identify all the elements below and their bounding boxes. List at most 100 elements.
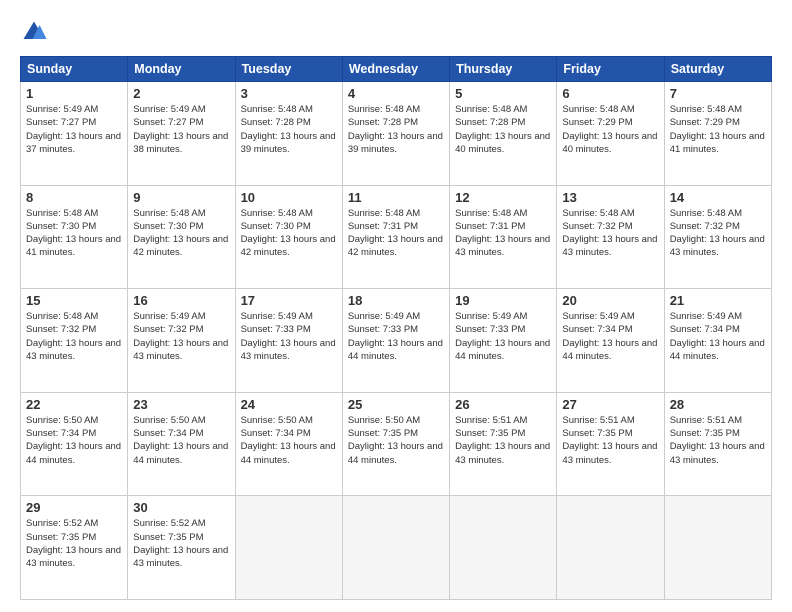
calendar-row-1: 8 Sunrise: 5:48 AMSunset: 7:30 PMDayligh… xyxy=(21,185,772,289)
day-number: 17 xyxy=(241,293,337,308)
calendar-cell xyxy=(450,496,557,600)
day-info: Sunrise: 5:48 AMSunset: 7:32 PMDaylight:… xyxy=(562,208,657,259)
day-number: 9 xyxy=(133,190,229,205)
day-number: 25 xyxy=(348,397,444,412)
day-info: Sunrise: 5:49 AMSunset: 7:33 PMDaylight:… xyxy=(455,311,550,362)
day-number: 6 xyxy=(562,86,658,101)
calendar-cell xyxy=(557,496,664,600)
day-info: Sunrise: 5:48 AMSunset: 7:29 PMDaylight:… xyxy=(670,104,765,155)
day-info: Sunrise: 5:50 AMSunset: 7:34 PMDaylight:… xyxy=(133,415,228,466)
day-number: 26 xyxy=(455,397,551,412)
col-header-sunday: Sunday xyxy=(21,57,128,82)
col-header-wednesday: Wednesday xyxy=(342,57,449,82)
col-header-monday: Monday xyxy=(128,57,235,82)
day-number: 4 xyxy=(348,86,444,101)
day-number: 20 xyxy=(562,293,658,308)
calendar-cell: 7 Sunrise: 5:48 AMSunset: 7:29 PMDayligh… xyxy=(664,82,771,186)
day-info: Sunrise: 5:49 AMSunset: 7:27 PMDaylight:… xyxy=(26,104,121,155)
calendar: SundayMondayTuesdayWednesdayThursdayFrid… xyxy=(20,56,772,600)
day-number: 29 xyxy=(26,500,122,515)
day-number: 8 xyxy=(26,190,122,205)
calendar-cell: 1 Sunrise: 5:49 AMSunset: 7:27 PMDayligh… xyxy=(21,82,128,186)
day-number: 2 xyxy=(133,86,229,101)
calendar-cell: 3 Sunrise: 5:48 AMSunset: 7:28 PMDayligh… xyxy=(235,82,342,186)
calendar-row-2: 15 Sunrise: 5:48 AMSunset: 7:32 PMDaylig… xyxy=(21,289,772,393)
day-number: 27 xyxy=(562,397,658,412)
calendar-cell: 10 Sunrise: 5:48 AMSunset: 7:30 PMDaylig… xyxy=(235,185,342,289)
calendar-cell: 17 Sunrise: 5:49 AMSunset: 7:33 PMDaylig… xyxy=(235,289,342,393)
day-info: Sunrise: 5:49 AMSunset: 7:33 PMDaylight:… xyxy=(348,311,443,362)
day-number: 13 xyxy=(562,190,658,205)
day-info: Sunrise: 5:49 AMSunset: 7:33 PMDaylight:… xyxy=(241,311,336,362)
day-info: Sunrise: 5:48 AMSunset: 7:30 PMDaylight:… xyxy=(133,208,228,259)
day-info: Sunrise: 5:48 AMSunset: 7:28 PMDaylight:… xyxy=(348,104,443,155)
calendar-cell: 26 Sunrise: 5:51 AMSunset: 7:35 PMDaylig… xyxy=(450,392,557,496)
day-info: Sunrise: 5:48 AMSunset: 7:30 PMDaylight:… xyxy=(241,208,336,259)
calendar-cell: 4 Sunrise: 5:48 AMSunset: 7:28 PMDayligh… xyxy=(342,82,449,186)
day-info: Sunrise: 5:50 AMSunset: 7:35 PMDaylight:… xyxy=(348,415,443,466)
calendar-cell: 14 Sunrise: 5:48 AMSunset: 7:32 PMDaylig… xyxy=(664,185,771,289)
day-info: Sunrise: 5:50 AMSunset: 7:34 PMDaylight:… xyxy=(26,415,121,466)
calendar-cell: 6 Sunrise: 5:48 AMSunset: 7:29 PMDayligh… xyxy=(557,82,664,186)
day-info: Sunrise: 5:48 AMSunset: 7:29 PMDaylight:… xyxy=(562,104,657,155)
day-info: Sunrise: 5:48 AMSunset: 7:28 PMDaylight:… xyxy=(455,104,550,155)
calendar-cell: 13 Sunrise: 5:48 AMSunset: 7:32 PMDaylig… xyxy=(557,185,664,289)
calendar-cell: 28 Sunrise: 5:51 AMSunset: 7:35 PMDaylig… xyxy=(664,392,771,496)
day-info: Sunrise: 5:48 AMSunset: 7:28 PMDaylight:… xyxy=(241,104,336,155)
logo-icon xyxy=(20,18,48,46)
day-number: 22 xyxy=(26,397,122,412)
calendar-cell: 30 Sunrise: 5:52 AMSunset: 7:35 PMDaylig… xyxy=(128,496,235,600)
calendar-row-4: 29 Sunrise: 5:52 AMSunset: 7:35 PMDaylig… xyxy=(21,496,772,600)
day-number: 23 xyxy=(133,397,229,412)
day-number: 24 xyxy=(241,397,337,412)
calendar-cell: 8 Sunrise: 5:48 AMSunset: 7:30 PMDayligh… xyxy=(21,185,128,289)
page: SundayMondayTuesdayWednesdayThursdayFrid… xyxy=(0,0,792,612)
day-number: 30 xyxy=(133,500,229,515)
calendar-cell: 15 Sunrise: 5:48 AMSunset: 7:32 PMDaylig… xyxy=(21,289,128,393)
calendar-cell: 9 Sunrise: 5:48 AMSunset: 7:30 PMDayligh… xyxy=(128,185,235,289)
day-number: 15 xyxy=(26,293,122,308)
day-number: 11 xyxy=(348,190,444,205)
day-number: 12 xyxy=(455,190,551,205)
day-number: 1 xyxy=(26,86,122,101)
col-header-friday: Friday xyxy=(557,57,664,82)
day-number: 21 xyxy=(670,293,766,308)
calendar-row-3: 22 Sunrise: 5:50 AMSunset: 7:34 PMDaylig… xyxy=(21,392,772,496)
calendar-row-0: 1 Sunrise: 5:49 AMSunset: 7:27 PMDayligh… xyxy=(21,82,772,186)
day-info: Sunrise: 5:51 AMSunset: 7:35 PMDaylight:… xyxy=(562,415,657,466)
calendar-cell: 16 Sunrise: 5:49 AMSunset: 7:32 PMDaylig… xyxy=(128,289,235,393)
calendar-cell: 11 Sunrise: 5:48 AMSunset: 7:31 PMDaylig… xyxy=(342,185,449,289)
col-header-thursday: Thursday xyxy=(450,57,557,82)
calendar-cell: 22 Sunrise: 5:50 AMSunset: 7:34 PMDaylig… xyxy=(21,392,128,496)
day-number: 19 xyxy=(455,293,551,308)
day-number: 18 xyxy=(348,293,444,308)
day-number: 16 xyxy=(133,293,229,308)
day-info: Sunrise: 5:51 AMSunset: 7:35 PMDaylight:… xyxy=(455,415,550,466)
header xyxy=(20,18,772,46)
day-info: Sunrise: 5:48 AMSunset: 7:32 PMDaylight:… xyxy=(670,208,765,259)
calendar-cell: 24 Sunrise: 5:50 AMSunset: 7:34 PMDaylig… xyxy=(235,392,342,496)
calendar-cell: 2 Sunrise: 5:49 AMSunset: 7:27 PMDayligh… xyxy=(128,82,235,186)
day-number: 5 xyxy=(455,86,551,101)
calendar-cell: 23 Sunrise: 5:50 AMSunset: 7:34 PMDaylig… xyxy=(128,392,235,496)
calendar-cell xyxy=(235,496,342,600)
calendar-cell xyxy=(664,496,771,600)
day-info: Sunrise: 5:49 AMSunset: 7:34 PMDaylight:… xyxy=(670,311,765,362)
day-info: Sunrise: 5:50 AMSunset: 7:34 PMDaylight:… xyxy=(241,415,336,466)
day-info: Sunrise: 5:51 AMSunset: 7:35 PMDaylight:… xyxy=(670,415,765,466)
calendar-cell: 25 Sunrise: 5:50 AMSunset: 7:35 PMDaylig… xyxy=(342,392,449,496)
day-number: 7 xyxy=(670,86,766,101)
logo xyxy=(20,18,52,46)
day-info: Sunrise: 5:52 AMSunset: 7:35 PMDaylight:… xyxy=(133,518,228,569)
day-info: Sunrise: 5:48 AMSunset: 7:31 PMDaylight:… xyxy=(348,208,443,259)
col-header-tuesday: Tuesday xyxy=(235,57,342,82)
day-info: Sunrise: 5:48 AMSunset: 7:31 PMDaylight:… xyxy=(455,208,550,259)
day-info: Sunrise: 5:48 AMSunset: 7:30 PMDaylight:… xyxy=(26,208,121,259)
day-info: Sunrise: 5:49 AMSunset: 7:32 PMDaylight:… xyxy=(133,311,228,362)
day-number: 28 xyxy=(670,397,766,412)
day-info: Sunrise: 5:49 AMSunset: 7:27 PMDaylight:… xyxy=(133,104,228,155)
day-info: Sunrise: 5:48 AMSunset: 7:32 PMDaylight:… xyxy=(26,311,121,362)
calendar-cell: 21 Sunrise: 5:49 AMSunset: 7:34 PMDaylig… xyxy=(664,289,771,393)
calendar-cell: 18 Sunrise: 5:49 AMSunset: 7:33 PMDaylig… xyxy=(342,289,449,393)
calendar-header-row: SundayMondayTuesdayWednesdayThursdayFrid… xyxy=(21,57,772,82)
